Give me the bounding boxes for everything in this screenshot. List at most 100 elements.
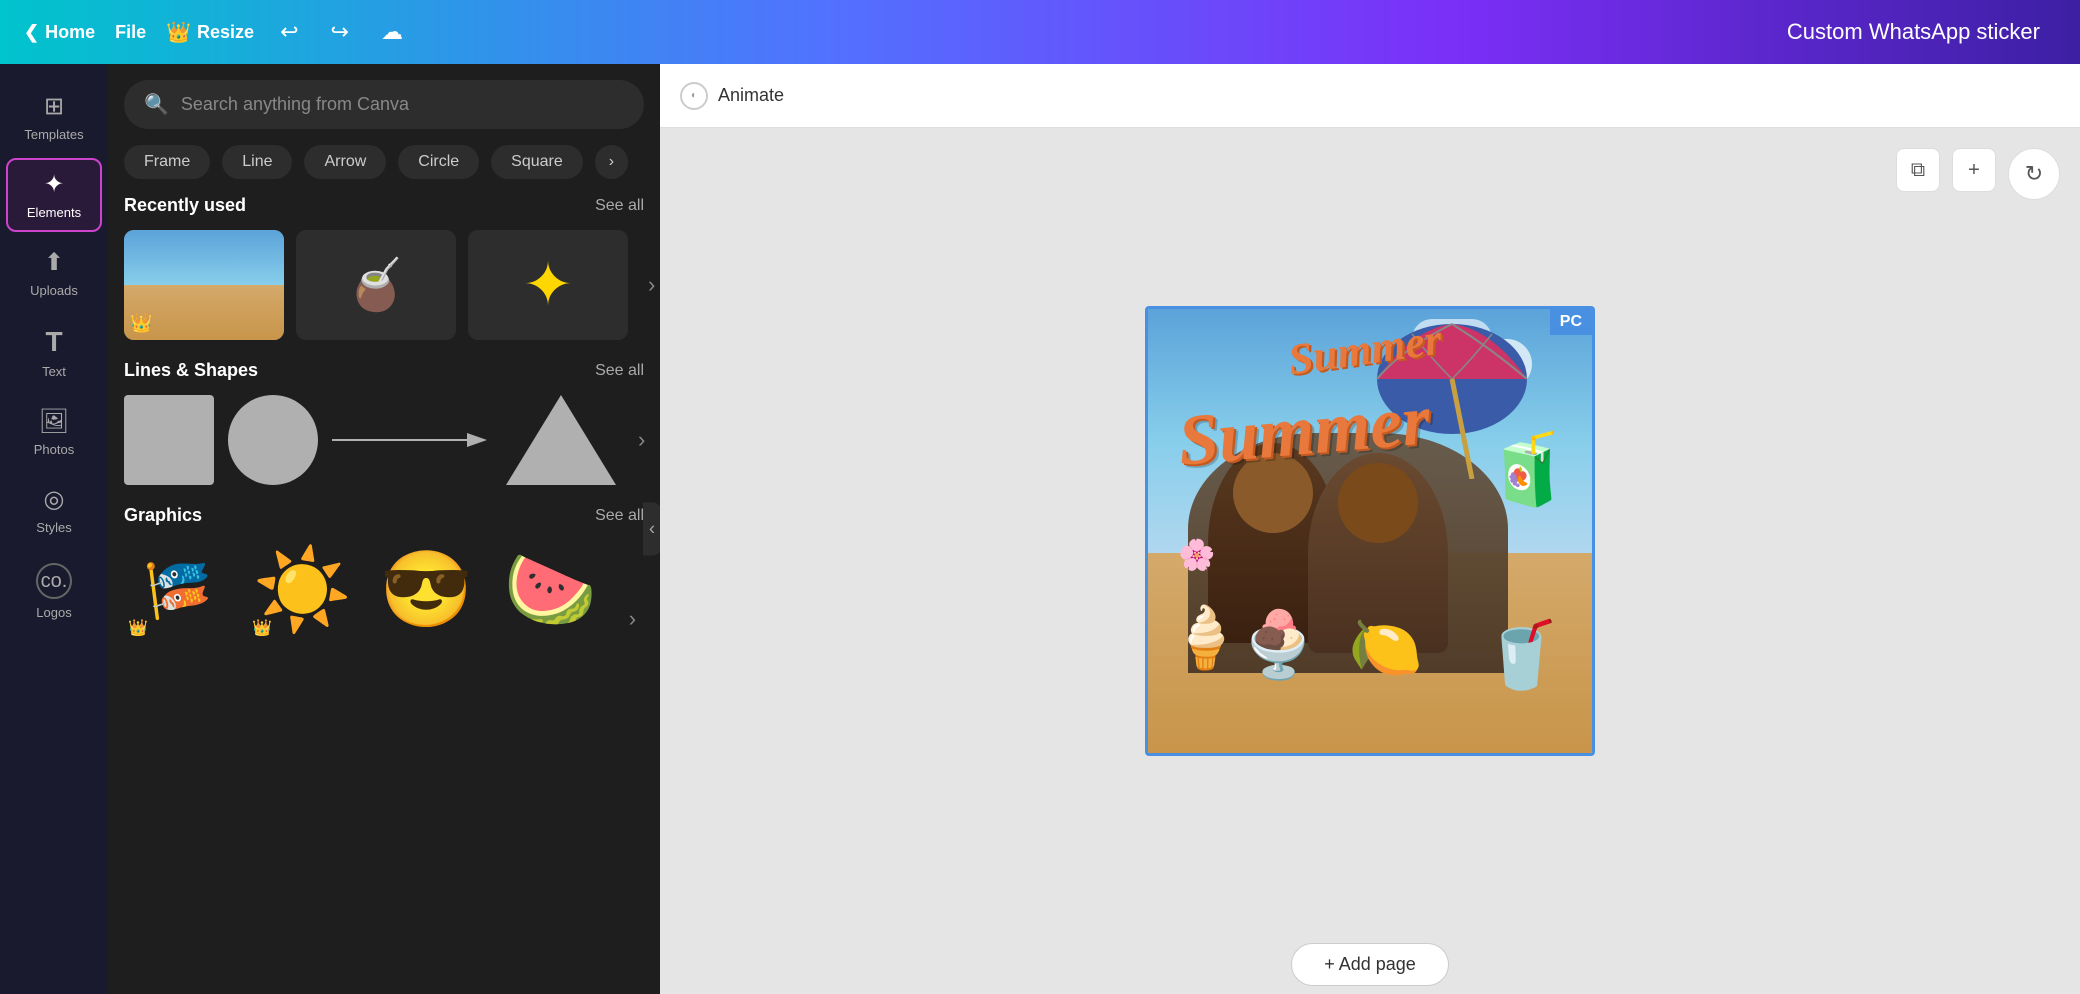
animate-button[interactable]: ◐ Animate <box>680 82 784 110</box>
sidebar-item-elements[interactable]: ✦ Elements <box>6 158 102 232</box>
filter-line[interactable]: Line <box>222 145 292 179</box>
graphics-row: 🎏 👑 ☀️ 👑 😎 🍉 › <box>124 540 644 640</box>
header-left: ❮ Home File 👑 Resize ↩ ↪ ☁ <box>24 13 409 51</box>
templates-label: Templates <box>24 127 83 142</box>
main-layout: ⊞ Templates ✦ Elements ⬆ Uploads T Text … <box>0 64 2080 994</box>
graphics-title: Graphics <box>124 505 202 526</box>
recent-item-drink[interactable]: 🧉 <box>296 230 456 340</box>
crown-badge: 👑 <box>130 313 152 334</box>
hide-panel-button[interactable]: ‹ <box>643 503 660 556</box>
recently-used-next[interactable]: › <box>640 264 660 306</box>
sidebar-item-uploads[interactable]: ⬆ Uploads <box>6 236 102 310</box>
shape-square-item[interactable] <box>124 395 214 485</box>
canvas-controls: ⧉ + ↻ <box>1896 148 2060 200</box>
filter-more-button[interactable]: › <box>595 145 628 179</box>
logos-label: Logos <box>36 605 71 620</box>
shape-triangle-item[interactable] <box>506 395 616 485</box>
logos-icon: co. <box>36 563 72 599</box>
uploads-icon: ⬆ <box>44 248 64 277</box>
styles-label: Styles <box>36 520 71 535</box>
bunting-emoji: 🎏 <box>144 558 212 623</box>
photos-icon: 🖼 <box>39 407 69 436</box>
sidebar-item-text[interactable]: T Text <box>6 314 102 391</box>
recently-used-header: Recently used See all <box>124 195 644 216</box>
text-label: Text <box>42 364 66 379</box>
page-title: Custom WhatsApp sticker <box>1787 19 2040 45</box>
copy-icon: ⧉ <box>1911 159 1925 182</box>
animate-label: Animate <box>718 85 784 106</box>
graphics-see-all[interactable]: See all <box>595 507 644 525</box>
graphic-cool-sun[interactable]: 😎 <box>372 540 480 640</box>
uploads-label: Uploads <box>30 283 78 298</box>
add-icon: + <box>1968 159 1980 182</box>
filter-square[interactable]: Square <box>491 145 583 179</box>
square-shape <box>124 395 214 485</box>
undo-button[interactable]: ↩ <box>274 13 304 51</box>
shape-arrow-item[interactable] <box>332 425 492 455</box>
resize-button[interactable]: 👑 Resize <box>166 20 254 45</box>
recent-item-beach[interactable]: 👑 <box>124 230 284 340</box>
lines-shapes-title: Lines & Shapes <box>124 360 258 381</box>
graphic-sun[interactable]: ☀️ 👑 <box>248 540 356 640</box>
styles-icon: ◎ <box>44 485 65 514</box>
resize-label: Resize <box>197 22 254 43</box>
triangle-shape <box>506 395 616 485</box>
refresh-button[interactable]: ↻ <box>2008 148 2060 200</box>
recently-used-items: 👑 🧉 ✦ › <box>124 230 644 340</box>
lines-shapes-section: Lines & Shapes See all <box>108 360 660 505</box>
search-bar: 🔍 <box>124 80 644 129</box>
graphics-next[interactable]: › <box>621 598 644 640</box>
sticker-drink-top: 🧃 <box>1485 429 1572 511</box>
graphics-section: Graphics See all 🎏 👑 ☀️ 👑 <box>108 505 660 660</box>
canvas-area: ◐ Animate ⧉ + ↻ PC <box>660 64 2080 994</box>
shapes-row: › <box>124 395 644 485</box>
lines-shapes-see-all[interactable]: See all <box>595 362 644 380</box>
photos-label: Photos <box>34 442 74 457</box>
sidebar-item-styles[interactable]: ◎ Styles <box>6 473 102 547</box>
filter-frame[interactable]: Frame <box>124 145 210 179</box>
watermelon-emoji: 🍉 <box>504 546 597 634</box>
arrow-line-svg <box>332 425 492 455</box>
panel-scroll: Recently used See all 👑 🧉 <box>108 195 660 994</box>
elements-panel: 🔍 Frame Line Arrow Circle Square › Recen… <box>108 64 660 994</box>
lines-shapes-header: Lines & Shapes See all <box>124 360 644 381</box>
header: ❮ Home File 👑 Resize ↩ ↪ ☁ Custom WhatsA… <box>0 0 2080 64</box>
file-button[interactable]: File <box>115 22 146 43</box>
text-icon: T <box>45 326 62 358</box>
graphic-watermelon[interactable]: 🍉 <box>497 540 605 640</box>
sidebar-item-logos[interactable]: co. Logos <box>6 551 102 632</box>
add-element-button[interactable]: + <box>1952 148 1996 192</box>
search-input[interactable] <box>181 94 624 115</box>
add-page-button[interactable]: + Add page <box>1291 943 1449 986</box>
recent-item-sun[interactable]: ✦ <box>468 230 628 340</box>
drink-emoji: 🧉 <box>296 230 456 340</box>
recently-used-see-all[interactable]: See all <box>595 197 644 215</box>
filter-circle[interactable]: Circle <box>398 145 479 179</box>
sun-emoji: ✦ <box>468 230 628 340</box>
redo-icon: ↪ <box>331 19 349 45</box>
back-arrow-icon: ❮ <box>24 22 39 43</box>
file-label: File <box>115 22 146 43</box>
animate-icon: ◐ <box>680 82 708 110</box>
sidebar-item-photos[interactable]: 🖼 Photos <box>6 395 102 469</box>
redo-button[interactable]: ↪ <box>325 13 355 51</box>
design-card[interactable]: PC Summer Summer <box>1145 306 1595 756</box>
icon-nav: ⊞ Templates ✦ Elements ⬆ Uploads T Text … <box>0 64 108 994</box>
copy-button[interactable]: ⧉ <box>1896 148 1940 192</box>
filter-arrow[interactable]: Arrow <box>304 145 386 179</box>
shape-circle-item[interactable] <box>228 395 318 485</box>
shapes-next[interactable]: › <box>630 419 653 461</box>
back-button[interactable]: ❮ Home <box>24 22 95 43</box>
cloud-save-button[interactable]: ☁ <box>375 13 409 51</box>
sticker-flower: 🌸 <box>1178 538 1215 573</box>
sticker-pineapple: 🍋 <box>1348 612 1423 683</box>
add-page-area: + Add page <box>660 934 2080 994</box>
elements-icon: ✦ <box>44 170 64 199</box>
cloud-icon: ☁ <box>381 19 403 45</box>
circle-shape <box>228 395 318 485</box>
search-icon: 🔍 <box>144 92 169 117</box>
graphic-bunting[interactable]: 🎏 👑 <box>124 540 232 640</box>
sidebar-item-templates[interactable]: ⊞ Templates <box>6 80 102 154</box>
sticker-icecream-2: 🍨 <box>1238 607 1319 683</box>
graphics-header: Graphics See all <box>124 505 644 526</box>
